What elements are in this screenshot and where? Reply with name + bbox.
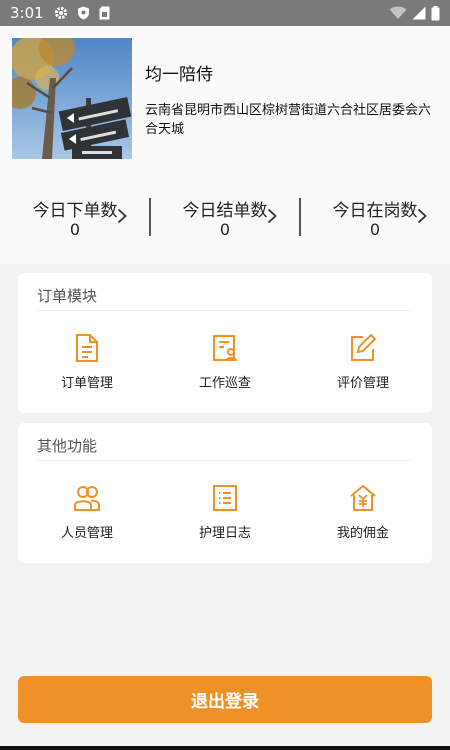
stat-on-duty[interactable]: 今日在岗数 0 <box>300 194 450 244</box>
nav-bar-edge <box>0 746 450 750</box>
order-module-card: 订单模块 订单管理 工作巡查 评价管理 <box>18 273 432 413</box>
stat-label: 今日结单数 <box>182 201 268 221</box>
my-commission-button[interactable]: 我的佣金 <box>294 483 432 541</box>
stat-value: 0 <box>369 220 381 239</box>
edit-icon <box>351 333 377 361</box>
care-log-label: 护理日志 <box>198 526 251 541</box>
staff-management-button[interactable]: 人员管理 <box>18 483 156 541</box>
my-commission-label: 我的佣金 <box>336 526 389 541</box>
document-icon <box>76 334 98 362</box>
other-functions-card: 其他功能 人员管理 护理日志 我的佣金 <box>18 423 432 563</box>
sim-icon <box>99 6 110 20</box>
status-time: 3:01 <box>10 4 44 22</box>
work-inspection-button[interactable]: 工作巡查 <box>156 333 294 391</box>
battery-icon <box>431 5 440 20</box>
shield-icon <box>77 6 89 20</box>
stat-value: 0 <box>219 220 231 239</box>
status-bar: 3:01 <box>0 0 450 26</box>
chevron-right-icon <box>267 208 277 224</box>
stat-orders-closed[interactable]: 今日结单数 0 <box>150 194 300 244</box>
divider <box>37 310 413 311</box>
order-management-button[interactable]: 订单管理 <box>18 333 156 391</box>
profile-name: 均一陪侍 <box>145 65 213 85</box>
stat-orders-placed[interactable]: 今日下单数 0 <box>0 194 150 244</box>
signal-icon <box>412 6 426 20</box>
staff-management-label: 人员管理 <box>60 526 113 541</box>
wifi-icon <box>389 6 407 19</box>
stat-label: 今日下单数 <box>32 201 118 221</box>
list-icon <box>213 485 237 511</box>
avatar[interactable] <box>12 38 132 159</box>
review-management-label: 评价管理 <box>336 376 389 391</box>
card-title: 其他功能 <box>37 437 98 455</box>
stat-value: 0 <box>69 220 81 239</box>
stats-row: 今日下单数 0 今日结单数 0 今日在岗数 0 <box>0 194 450 244</box>
review-management-button[interactable]: 评价管理 <box>294 333 432 391</box>
gear-icon <box>54 6 67 20</box>
chevron-right-icon <box>117 208 127 224</box>
stat-divider <box>299 198 301 236</box>
profile-header: 均一陪侍 云南省昆明市西山区棕树营街道六合社区居委会六合天城 今日下单数 0 今… <box>0 26 450 264</box>
card-title: 订单模块 <box>37 287 98 305</box>
stat-divider <box>149 198 151 236</box>
profile-address: 云南省昆明市西山区棕树营街道六合社区居委会六合天城 <box>145 103 432 137</box>
chevron-right-icon <box>417 208 427 224</box>
inspection-icon <box>213 335 237 362</box>
logout-button[interactable]: 退出登录 <box>18 676 432 723</box>
commission-icon <box>350 484 376 511</box>
divider <box>37 460 413 461</box>
work-inspection-label: 工作巡查 <box>198 376 251 391</box>
people-icon <box>74 486 100 511</box>
stat-label: 今日在岗数 <box>332 201 418 221</box>
order-management-label: 订单管理 <box>60 376 113 391</box>
care-log-button[interactable]: 护理日志 <box>156 483 294 541</box>
